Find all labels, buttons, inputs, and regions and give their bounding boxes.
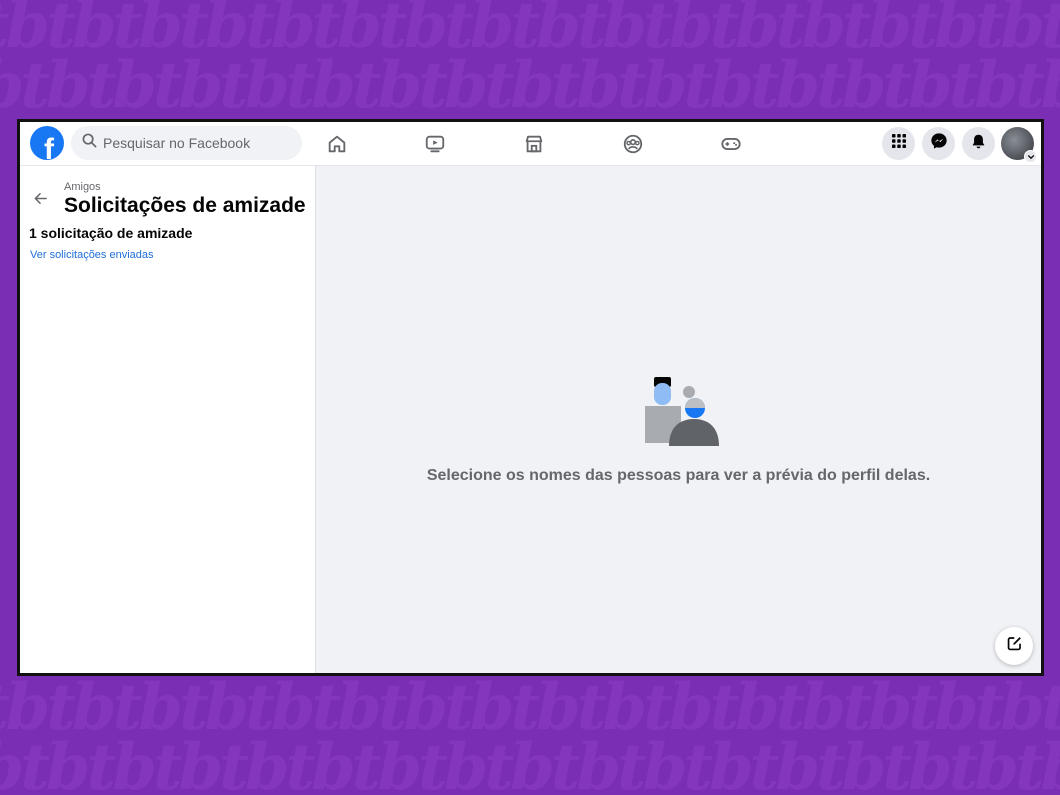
- messenger-button[interactable]: [922, 127, 955, 160]
- breadcrumb[interactable]: Amigos: [64, 181, 101, 193]
- empty-state-message: Selecione os nomes das pessoas para ver …: [426, 467, 931, 484]
- messenger-icon: [930, 132, 948, 155]
- grid-menu-button[interactable]: [882, 127, 915, 160]
- new-message-button[interactable]: [995, 627, 1033, 665]
- people-illustration: [642, 374, 720, 446]
- search-icon: [82, 133, 97, 153]
- video-icon[interactable]: [423, 132, 447, 156]
- account-avatar[interactable]: [1001, 127, 1037, 163]
- store-icon[interactable]: [522, 132, 546, 156]
- bell-icon: [970, 133, 987, 155]
- search-box[interactable]: [71, 126, 302, 160]
- pattern-row: tbtbtbtbtbtbtbtbtbtbtbtbtbtbtbtbtbtb: [0, 730, 1060, 795]
- sidebar: Amigos Solicitações de amizade 1 solicit…: [20, 166, 316, 673]
- logo-letter: f: [44, 133, 54, 161]
- top-navigation-bar: f: [20, 122, 1041, 166]
- gamepad-icon[interactable]: [719, 132, 743, 156]
- facebook-logo[interactable]: f: [30, 126, 64, 160]
- sent-requests-link[interactable]: Ver solicitações enviadas: [30, 249, 154, 261]
- search-input[interactable]: [103, 135, 293, 151]
- page-title: Solicitações de amizade: [64, 194, 306, 217]
- grid-icon: [891, 133, 907, 154]
- pattern-row: tbtbtbtbtbtbtbtbtbtbtbtbtbtbtbtbtbtb: [0, 48, 1060, 123]
- groups-icon[interactable]: [621, 132, 645, 156]
- request-count: 1 solicitação de amizade: [29, 225, 193, 241]
- browser-window: f Pesquisar no Facebook Amigos Solicitaç…: [17, 119, 1044, 676]
- back-arrow-icon[interactable]: [31, 189, 49, 207]
- main-content: Selecione os nomes das pessoas para ver …: [316, 166, 1041, 673]
- chevron-down-icon: [1024, 150, 1037, 163]
- home-icon[interactable]: [325, 132, 349, 156]
- notifications-button[interactable]: [962, 127, 995, 160]
- compose-icon: [1006, 635, 1023, 657]
